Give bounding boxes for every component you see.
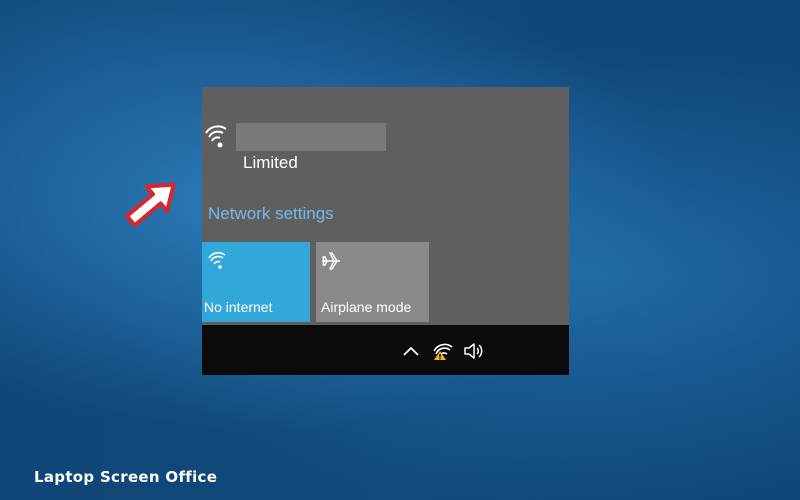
network-settings-link[interactable]: Network settings xyxy=(208,204,334,224)
volume-icon[interactable] xyxy=(462,341,484,361)
taskbar xyxy=(202,325,569,375)
chevron-up-icon[interactable] xyxy=(400,341,422,361)
network-flyout: Limited Network settings No internet Air… xyxy=(202,87,569,375)
watermark-text: Laptop Screen Office xyxy=(34,468,218,486)
network-item[interactable]: Limited xyxy=(202,87,569,177)
wifi-tile-label: No internet xyxy=(204,299,273,315)
network-status: Limited xyxy=(243,153,298,172)
wifi-icon xyxy=(205,125,227,148)
wifi-tile[interactable]: No internet xyxy=(202,242,310,322)
network-name-redacted xyxy=(236,123,386,151)
airplane-tile-label: Airplane mode xyxy=(321,299,412,315)
airplane-mode-tile[interactable]: Airplane mode xyxy=(316,242,429,322)
airplane-icon xyxy=(322,252,340,270)
arrow-annotation-icon xyxy=(124,182,176,228)
wifi-limited-icon[interactable] xyxy=(432,341,454,361)
wifi-icon xyxy=(208,251,226,269)
